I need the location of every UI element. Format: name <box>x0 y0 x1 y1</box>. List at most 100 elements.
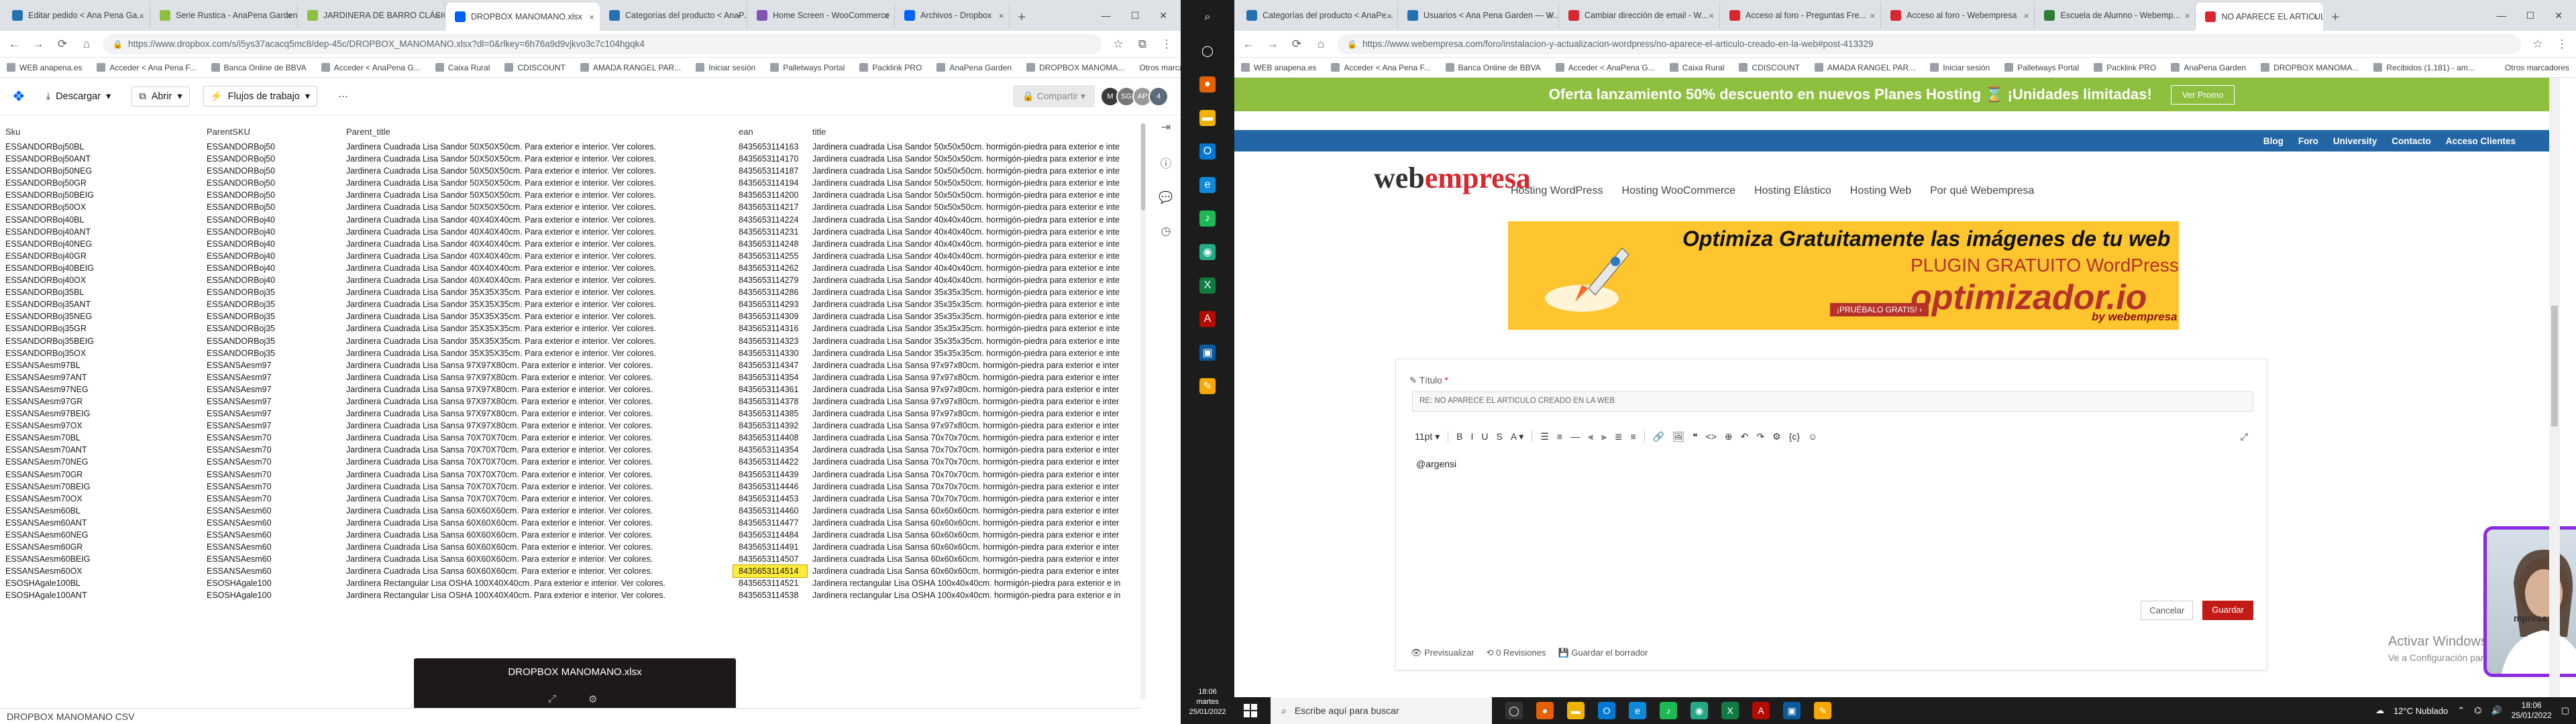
close-icon[interactable]: × <box>999 11 1004 21</box>
table-cell[interactable]: ESSANSAesm97 <box>201 396 341 408</box>
editor-tool-button[interactable]: 🖼 <box>1672 431 1684 442</box>
browser-tab[interactable]: Categorías del producto < AnaP... × <box>600 3 747 28</box>
home-icon[interactable]: ⌂ <box>79 38 94 51</box>
url-field[interactable]: 🔒 https://www.webempresa.com/foro/instala… <box>1338 34 2521 54</box>
outlook-icon[interactable]: O <box>1598 702 1615 719</box>
table-cell[interactable]: ESSANDORBoj40ANT <box>0 226 201 238</box>
close-icon[interactable]: × <box>2185 11 2190 21</box>
table-cell[interactable]: Jardinera Cuadrada Lisa Sansa 97X97X80cm… <box>341 396 733 408</box>
table-cell[interactable]: Jardinera cuadrada Lisa Sansa 70x70x70cm… <box>807 456 1144 468</box>
table-cell[interactable]: 8435653114460 <box>733 505 807 517</box>
table-row[interactable]: ESSANSAesm97NEG ESSANSAesm97 Jardinera Cua… <box>0 383 1144 396</box>
table-cell[interactable]: Jardinera cuadrada Lisa Sansa 70x70x70cm… <box>807 469 1144 481</box>
table-cell[interactable]: 8435653114262 <box>733 262 807 274</box>
table-cell[interactable]: ESSANSAesm70ANT <box>0 444 201 456</box>
table-cell[interactable]: ESSANSAesm97NEG <box>0 383 201 396</box>
column-header[interactable]: Sku <box>0 123 201 141</box>
table-cell[interactable]: Jardinera Cuadrada Lisa Sansa 70X70X70cm… <box>341 432 733 444</box>
table-cell[interactable]: ESSANSAesm60ANT <box>0 517 201 529</box>
bookmark-item[interactable]: Acceder < Ana Pena F... <box>97 63 197 72</box>
table-cell[interactable]: Jardinera Cuadrada Lisa Sandor 50X50X50c… <box>341 177 733 189</box>
table-cell[interactable]: ESSANSAesm60GR <box>0 541 201 553</box>
table-cell[interactable]: ESSANSAesm97GR <box>0 396 201 408</box>
table-row[interactable]: ESSANDORBoj35NEG ESSANDORBoj35 Jardinera C… <box>0 310 1144 322</box>
browser-tab[interactable]: Escuela de Alumno - Webemp... × <box>2035 3 2196 28</box>
volume-icon[interactable]: 🔊 <box>2491 705 2502 716</box>
browser-tab[interactable]: Usuarios < Ana Pena Garden — W... × <box>1398 3 1559 28</box>
back-icon[interactable]: ← <box>1241 38 1256 51</box>
table-cell[interactable]: ESSANDORBoj50 <box>201 165 341 177</box>
bookmark-item[interactable]: Acceder < Ana Pena F... <box>1331 63 1431 72</box>
bookmark-item[interactable]: Banca Online de BBVA <box>1445 63 1541 72</box>
task-view-icon[interactable]: ◯ <box>1199 43 1216 59</box>
table-cell[interactable]: Jardinera cuadrada Lisa Sansa 97x97x80cm… <box>807 420 1144 432</box>
table-cell[interactable]: ESSANDORBoj35 <box>201 335 341 347</box>
webempresa-logo[interactable]: webempresa <box>1374 161 1531 195</box>
table-cell[interactable]: ESSANDORBoj35BEIG <box>0 335 201 347</box>
table-cell[interactable]: 8435653114309 <box>733 310 807 322</box>
table-cell[interactable]: ESSANSAesm97OX <box>0 420 201 432</box>
editor-tool-button[interactable]: ⫸ <box>1601 431 1607 442</box>
firefox-icon[interactable]: ● <box>1199 76 1216 93</box>
editor-tool-button[interactable]: 🔗 <box>1653 431 1664 442</box>
table-cell[interactable]: ESSANSAesm60OX <box>0 565 201 577</box>
network-icon[interactable]: ⌬ <box>2474 705 2481 716</box>
table-cell[interactable]: ESSANDORBoj35 <box>201 322 341 335</box>
table-cell[interactable]: ESSANDORBoj35GR <box>0 322 201 335</box>
table-row[interactable]: ESSANSAesm97ANT ESSANSAesm97 Jardinera Cua… <box>0 371 1144 383</box>
menu-icon[interactable]: ⋮ <box>2555 38 2569 51</box>
table-cell[interactable]: ESSANDORBoj40BL <box>0 214 201 226</box>
outlook-icon[interactable]: O <box>1199 143 1216 160</box>
terminal-icon[interactable]: ▣ <box>1199 345 1216 361</box>
chrome-icon[interactable]: ◉ <box>1690 702 1708 719</box>
table-cell[interactable]: ESSANDORBoj40 <box>201 274 341 286</box>
table-cell[interactable]: ESSANSAesm60NEG <box>0 529 201 541</box>
dropbox-logo-icon[interactable]: ❖ <box>12 88 25 105</box>
table-cell[interactable]: 8435653114439 <box>733 469 807 481</box>
table-cell[interactable]: Jardinera cuadrada Lisa Sandor 40x40x40c… <box>807 262 1144 274</box>
browser-tab[interactable]: NO APARECE EL ARTICULO CREA...× <box>2196 3 2324 31</box>
table-cell[interactable]: 8435653114354 <box>733 444 807 456</box>
table-cell[interactable]: Jardinera cuadrada Lisa Sandor 35x35x35c… <box>807 286 1144 298</box>
minimize-icon[interactable]: — <box>2497 10 2506 21</box>
table-cell[interactable]: Jardinera Cuadrada Lisa Sandor 40X40X40c… <box>341 214 733 226</box>
promo-button[interactable]: Ver Promo <box>2170 84 2235 105</box>
table-cell[interactable]: Jardinera Cuadrada Lisa Sansa 70X70X70cm… <box>341 481 733 493</box>
table-cell[interactable]: ESSANSAesm97 <box>201 408 341 420</box>
close-icon[interactable]: × <box>2313 12 2318 22</box>
top-nav-blog[interactable]: Blog <box>2263 136 2284 146</box>
table-cell[interactable]: Jardinera cuadrada Lisa Sansa 60x60x60cm… <box>807 553 1144 565</box>
collapse-icon[interactable]: ⇥ <box>1161 121 1171 134</box>
table-row[interactable]: ESSANDORBoj40ANT ESSANDORBoj40 Jardinera C… <box>0 226 1144 238</box>
sticky-icon[interactable]: ✎ <box>1814 702 1831 719</box>
table-cell[interactable]: Jardinera cuadrada Lisa Sandor 40x40x40c… <box>807 226 1144 238</box>
table-cell[interactable]: 8435653114194 <box>733 177 807 189</box>
avatar-group[interactable]: M SG AP 4 <box>1100 86 1169 107</box>
table-cell[interactable]: Jardinera Cuadrada Lisa Sansa 97X97X80cm… <box>341 371 733 383</box>
table-row[interactable]: ESSANSAesm97BL ESSANSAesm97 Jardinera Cuad… <box>0 359 1144 371</box>
table-cell[interactable]: ESSANDORBoj50ANT <box>0 153 201 165</box>
table-cell[interactable]: Jardinera cuadrada Lisa Sandor 40x40x40c… <box>807 214 1144 226</box>
table-row[interactable]: ESSANSAesm60GR ESSANSAesm60 Jardinera Cuad… <box>0 541 1144 553</box>
close-icon[interactable]: × <box>1870 11 1875 21</box>
table-cell[interactable]: 8435653114255 <box>733 250 807 262</box>
excel-icon[interactable]: X <box>1721 702 1739 719</box>
excel-icon[interactable]: X <box>1199 278 1216 294</box>
table-cell[interactable]: ESOSHAgale100 <box>201 577 341 589</box>
table-cell[interactable]: 8435653114491 <box>733 541 807 553</box>
title-input[interactable]: RE: NO APARECE EL ARTICULO CREADO EN LA … <box>1412 391 2253 412</box>
bookmark-item[interactable]: AnaPena Garden <box>936 63 1012 72</box>
table-row[interactable]: ESSANDORBoj35ANT ESSANDORBoj35 Jardinera C… <box>0 298 1144 310</box>
star-icon[interactable]: ☆ <box>1111 38 1126 51</box>
table-cell[interactable]: ESOSHAgale100 <box>201 589 341 601</box>
table-cell[interactable]: Jardinera Cuadrada Lisa Sansa 97X97X80cm… <box>341 359 733 371</box>
editor-tool-button[interactable]: {c} <box>1789 431 1800 442</box>
table-cell[interactable]: Jardinera Cuadrada Lisa Sansa 60X60X60cm… <box>341 529 733 541</box>
table-cell[interactable]: ESSANSAesm70 <box>201 481 341 493</box>
table-cell[interactable]: Jardinera Cuadrada Lisa Sandor 35X35X35c… <box>341 298 733 310</box>
preview-link[interactable]: 👁 Previsualizar <box>1411 648 1474 658</box>
gear-icon[interactable]: ⚙ <box>588 693 597 705</box>
other-bookmarks[interactable]: Otros marcadores <box>1139 63 1181 72</box>
table-cell[interactable]: ESSANDORBoj35 <box>201 310 341 322</box>
taskbar-search[interactable]: ⌕ Escribe aquí para buscar <box>1271 697 1492 724</box>
